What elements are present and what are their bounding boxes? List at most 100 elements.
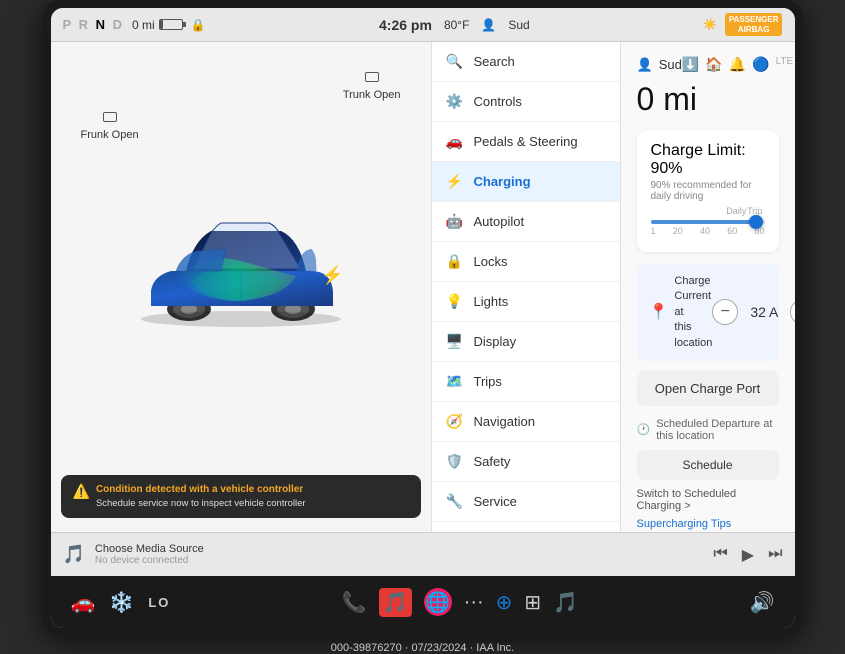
menu-label-pedals: Pedals & Steering: [474, 134, 578, 149]
taskbar-bluetooth-icon[interactable]: ⊕: [496, 590, 513, 615]
charge-decrease-button[interactable]: −: [712, 299, 738, 325]
menu-item-autopilot[interactable]: 🤖 Autopilot: [432, 202, 620, 242]
user-person-icon: 👤: [637, 57, 653, 73]
trunk-icon: [365, 72, 379, 82]
charge-slider-thumb[interactable]: [749, 215, 763, 229]
menu-item-safety[interactable]: 🛡️ Safety: [432, 442, 620, 482]
menu-label-controls: Controls: [474, 94, 522, 109]
slider-labels: 1 20 40 60 80: [651, 226, 765, 236]
open-charge-port-button[interactable]: Open Charge Port: [637, 371, 779, 406]
user-row: 👤 Sud ⬇️ 🏠 🔔 🔵 LTE: [637, 56, 779, 73]
tesla-screen: P R N D 0 mi 🔒 4:26 pm 80°F 👤 Sud: [51, 8, 795, 628]
taskbar-grid-icon[interactable]: ⊞: [524, 590, 541, 615]
schedule-button[interactable]: Schedule: [637, 450, 779, 480]
home-icon: 🏠: [705, 56, 722, 73]
media-controls: ⏮ ▶ ⏭: [713, 545, 782, 565]
menu-item-display[interactable]: 🖥️ Display: [432, 322, 620, 362]
airbag-indicator: PASSENGERAIRBAG: [725, 13, 783, 36]
charging-user-name: Sud: [659, 57, 682, 72]
play-button[interactable]: ▶: [742, 545, 754, 565]
prnd-display: P R N D: [63, 17, 124, 32]
car-visualization: Frunk Open Trunk Open: [61, 52, 421, 471]
controls-icon: ⚙️: [446, 93, 464, 110]
taskbar-music-icon[interactable]: 🎵: [379, 588, 412, 617]
menu-label-trips: Trips: [474, 374, 502, 389]
menu-label-service: Service: [474, 494, 517, 509]
media-info: Choose Media Source No device connected: [95, 543, 703, 566]
lights-icon: 💡: [446, 293, 464, 310]
user-icons: ⬇️ 🏠 🔔 🔵 LTE: [682, 56, 793, 73]
menu-label-charging: Charging: [474, 174, 531, 189]
charge-increase-button[interactable]: +: [790, 299, 794, 325]
taskbar-temp: LO: [148, 595, 170, 610]
charging-panel: 👤 Sud ⬇️ 🏠 🔔 🔵 LTE 0 mi Charge Limit: 90: [621, 42, 795, 532]
locks-icon: 🔒: [446, 253, 464, 270]
taskbar-spotify-icon[interactable]: 🎵: [553, 590, 578, 615]
prev-track-button[interactable]: ⏮: [713, 545, 727, 565]
username: Sud: [508, 18, 529, 32]
taskbar-left: 🚗 ❄️ LO: [71, 590, 171, 615]
taskbar-volume-icon[interactable]: 🔊: [750, 590, 775, 615]
taskbar-phone-icon[interactable]: 📞: [342, 590, 367, 615]
clock-icon: 🕐: [637, 423, 651, 436]
center-menu: 🔍 Search ⚙️ Controls 🚗 Pedals & Steering…: [431, 42, 621, 532]
charge-value: 32 A: [746, 304, 782, 320]
taskbar-climate-icon[interactable]: ❄️: [109, 590, 134, 615]
menu-label-lights: Lights: [474, 294, 509, 309]
scheduled-departure-row: 🕐 Scheduled Departure at this location: [637, 418, 779, 442]
supercharging-tips-link[interactable]: Supercharging Tips: [637, 518, 779, 530]
top-bar-center: 4:26 pm 80°F 👤 Sud: [379, 17, 530, 33]
menu-item-navigation[interactable]: 🧭 Navigation: [432, 402, 620, 442]
charge-current-controls: − 32 A +: [712, 299, 794, 325]
taskbar-more-icon[interactable]: ···: [464, 591, 484, 614]
battery-fill: [160, 20, 163, 29]
charge-current-row: 📍 Charge Current at this location − 32 A…: [637, 264, 779, 361]
user-info: 👤 Sud: [637, 57, 682, 73]
menu-item-software[interactable]: 💾 Software: [432, 522, 620, 532]
menu-item-search[interactable]: 🔍 Search: [432, 42, 620, 82]
trunk-label: Trunk Open: [343, 72, 401, 103]
menu-item-trips[interactable]: 🗺️ Trips: [432, 362, 620, 402]
search-icon: 🔍: [446, 53, 464, 70]
menu-item-service[interactable]: 🔧 Service: [432, 482, 620, 522]
media-note-icon: 🎵: [63, 544, 85, 565]
bluetooth-icon: 🔵: [752, 56, 769, 73]
warning-icon: ⚠️: [73, 483, 90, 500]
media-bar: 🎵 Choose Media Source No device connecte…: [51, 532, 795, 576]
lte-indicator: LTE: [776, 56, 794, 73]
clock: 4:26 pm: [379, 17, 432, 33]
next-track-button[interactable]: ⏭: [768, 545, 782, 565]
switch-to-scheduled-link[interactable]: Switch to Scheduled Charging >: [637, 488, 779, 512]
menu-item-lights[interactable]: 💡 Lights: [432, 282, 620, 322]
charge-slider-fill: [651, 220, 751, 224]
menu-label-locks: Locks: [474, 254, 508, 269]
lock-icon: 🔒: [191, 18, 206, 32]
menu-item-locks[interactable]: 🔒 Locks: [432, 242, 620, 282]
display-icon: 🖥️: [446, 333, 464, 350]
charge-current-label: Charge Current at this location: [674, 274, 712, 351]
menu-item-controls[interactable]: ⚙️ Controls: [432, 82, 620, 122]
charge-limit-card: Charge Limit: 90% 90% recommended for da…: [637, 130, 779, 252]
menu-label-autopilot: Autopilot: [474, 214, 525, 229]
menu-item-charging[interactable]: ⚡ Charging: [432, 162, 620, 202]
top-bar-right: ☀️ PASSENGERAIRBAG: [703, 13, 782, 36]
charging-location-icon: 📍: [649, 302, 669, 322]
service-icon: 🔧: [446, 493, 464, 510]
taskbar-car-icon[interactable]: 🚗: [71, 590, 96, 615]
footer-label: 000-39876270 · 07/23/2024 · IAA Inc.: [331, 642, 514, 654]
navigation-icon: 🧭: [446, 413, 464, 430]
autopilot-icon: 🤖: [446, 213, 464, 230]
charge-limit-sub: 90% recommended for daily driving: [651, 180, 765, 202]
taskbar-apps-icon[interactable]: 🌐: [424, 588, 452, 616]
frunk-icon: [103, 112, 117, 122]
battery-icon: [159, 19, 183, 30]
car-svg: ⚡: [121, 181, 361, 341]
charge-slider-track[interactable]: [651, 220, 765, 224]
menu-item-pedals[interactable]: 🚗 Pedals & Steering: [432, 122, 620, 162]
safety-icon: 🛡️: [446, 453, 464, 470]
taskbar-right: 🔊: [750, 590, 775, 615]
taskbar: 🚗 ❄️ LO 📞 🎵 🌐 ··· ⊕ ⊞ 🎵 🔊: [51, 576, 795, 628]
pedals-icon: 🚗: [446, 133, 464, 150]
menu-label-search: Search: [474, 54, 515, 69]
temperature: 80°F: [444, 18, 469, 32]
